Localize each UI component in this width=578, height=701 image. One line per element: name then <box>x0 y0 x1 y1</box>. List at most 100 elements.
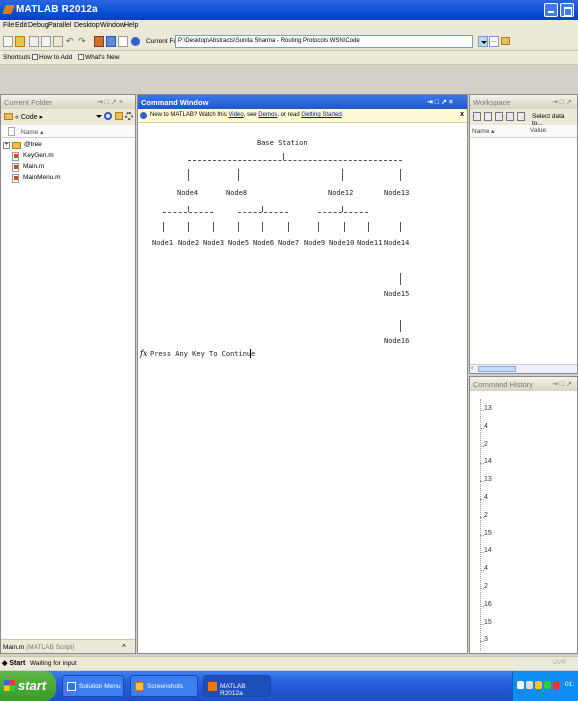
chevron-down-icon[interactable] <box>96 115 102 118</box>
history-entry[interactable]: 14 <box>484 547 492 554</box>
menu-parallel[interactable]: Parallel <box>48 22 71 29</box>
tray-icon[interactable] <box>517 681 524 689</box>
taskbar-item-solution-menu[interactable]: Solution Menu <box>62 675 124 697</box>
current-folder-path-field[interactable]: P:\Desktop\Abstracts\Sunita Sharma - Rou… <box>175 35 473 48</box>
history-entry[interactable]: 16 <box>484 601 492 608</box>
tray-icon[interactable] <box>544 681 551 689</box>
panel-controls[interactable]: ⇥ □ ↗ × <box>97 98 123 106</box>
horizontal-scrollbar[interactable]: ‹ <box>470 364 577 373</box>
taskbar-item-matlab[interactable]: MATLAB R2012a <box>203 675 271 697</box>
open-variable-icon[interactable] <box>484 112 492 121</box>
chevron-up-icon[interactable]: ^ <box>122 643 126 652</box>
command-output-prompt: Press Any Key To Continue <box>150 350 256 358</box>
taskbar-item-screenshots[interactable]: Screenshots <box>130 675 198 697</box>
menu-debug[interactable]: Debug <box>28 22 49 29</box>
scroll-left-icon[interactable]: ‹ <box>471 365 473 372</box>
simulink-icon[interactable] <box>94 36 104 47</box>
cut-icon[interactable] <box>29 36 39 47</box>
title-bar: MATLAB R2012a <box>0 0 578 20</box>
current-folder-panel: Current Folder ⇥ □ ↗ × « Code ▸ Name ▴ +… <box>0 94 136 654</box>
file-row-tree-folder[interactable]: + @tree <box>1 140 135 151</box>
menu-edit[interactable]: Edit <box>15 22 27 29</box>
guide-icon[interactable] <box>106 36 116 47</box>
new-file-icon[interactable] <box>3 36 13 47</box>
how-to-add-shortcut[interactable]: How to Add <box>32 54 72 61</box>
delete-variable-icon[interactable] <box>517 112 525 121</box>
menu-file[interactable]: File <box>3 22 14 29</box>
current-folder-header[interactable]: Current Folder ⇥ □ ↗ × <box>1 95 135 109</box>
history-entry[interactable]: 2 <box>484 441 488 448</box>
menu-window[interactable]: Window <box>100 22 125 29</box>
windows-start-button[interactable]: start <box>0 671 56 701</box>
details-file-type: (MATLAB Script) <box>26 644 75 651</box>
history-entry[interactable]: 2 <box>484 583 488 590</box>
new-variable-icon[interactable] <box>473 112 481 121</box>
name-column-label: Name ▴ <box>21 129 44 136</box>
up-folder-icon[interactable] <box>501 37 510 45</box>
file-name: @tree <box>24 141 42 148</box>
scrollbar-thumb[interactable] <box>478 366 516 372</box>
menu-desktop[interactable]: Desktop <box>74 22 100 29</box>
value-column-label[interactable]: Value <box>530 127 546 134</box>
file-row-mainmenu[interactable]: MainMenu.m <box>1 173 135 184</box>
history-entry[interactable]: 3 <box>484 636 488 643</box>
redo-icon[interactable]: ↷ <box>78 36 88 47</box>
history-tree-line <box>480 399 481 651</box>
file-details-bar[interactable]: Main.m (MATLAB Script) ^ <box>1 639 135 653</box>
tree-connector <box>368 222 369 232</box>
tray-icon[interactable] <box>526 681 533 689</box>
history-entry[interactable]: 13 <box>484 476 492 483</box>
gear-icon[interactable] <box>125 112 133 120</box>
profiler-icon[interactable] <box>118 36 128 47</box>
name-column-header[interactable]: Name ▴ <box>1 125 135 138</box>
current-folder-nav: « Code ▸ <box>1 109 135 125</box>
help-icon[interactable] <box>131 37 140 46</box>
tray-icon[interactable] <box>553 681 560 689</box>
command-history-title: Command History <box>473 380 534 389</box>
print-icon[interactable] <box>506 112 514 121</box>
copy-icon[interactable] <box>41 36 51 47</box>
maximize-button[interactable] <box>560 3 574 17</box>
tree-node-label: Node1 <box>152 239 174 247</box>
whats-new-shortcut[interactable]: What's New <box>78 54 119 61</box>
name-column-label[interactable]: Name ▴ <box>472 127 494 135</box>
panel-controls[interactable]: ⇥ □ ↗ <box>552 380 572 388</box>
text-cursor <box>250 349 251 358</box>
file-row-main[interactable]: Main.m <box>1 162 135 173</box>
panel-controls[interactable]: ⇥ □ ↗ <box>552 98 572 106</box>
details-file-name: Main.m <box>3 644 25 651</box>
command-history-header[interactable]: Command History ⇥ □ ↗ <box>470 377 577 391</box>
matlab-start-button[interactable]: ◆ Start <box>2 659 25 667</box>
minimize-button[interactable] <box>544 3 558 17</box>
tree-node-label: Node16 <box>384 337 410 345</box>
history-entry[interactable]: 15 <box>484 619 492 626</box>
save-workspace-icon[interactable] <box>495 112 503 121</box>
history-entry[interactable]: 4 <box>484 423 488 430</box>
tree-node-label: Node4 <box>177 189 199 197</box>
open-folder-icon[interactable] <box>15 36 25 47</box>
function-browser-icon[interactable]: fx <box>140 349 147 358</box>
folder-breadcrumb[interactable]: « Code ▸ <box>15 113 43 121</box>
undo-icon[interactable]: ↶ <box>66 36 76 47</box>
tree-node-label: Node12 <box>328 189 354 197</box>
browse-folder-button[interactable]: … <box>489 36 499 47</box>
folder-history-dropdown[interactable] <box>478 36 488 47</box>
expand-icon[interactable]: + <box>3 142 10 149</box>
search-icon[interactable] <box>104 112 112 120</box>
start-label: Start <box>9 660 26 667</box>
menu-help[interactable]: Help <box>124 22 138 29</box>
history-entry[interactable]: 14 <box>484 458 492 465</box>
history-entry[interactable]: 15 <box>484 530 492 537</box>
file-row-keygen[interactable]: KeyGen.m <box>1 151 135 162</box>
workspace-header[interactable]: Workspace ⇥ □ ↗ <box>470 95 577 109</box>
history-entry[interactable]: 2 <box>484 512 488 519</box>
up-folder-icon[interactable] <box>115 112 123 120</box>
tray-icon[interactable] <box>535 681 542 689</box>
clock[interactable]: 01: <box>565 681 574 688</box>
shortcuts-label[interactable]: Shortcuts <box>3 54 30 61</box>
system-tray: 01: <box>512 671 578 701</box>
paste-icon[interactable] <box>53 36 63 47</box>
history-entry[interactable]: 13 <box>484 405 492 412</box>
history-entry[interactable]: 4 <box>484 494 488 501</box>
history-entry[interactable]: 4 <box>484 565 488 572</box>
